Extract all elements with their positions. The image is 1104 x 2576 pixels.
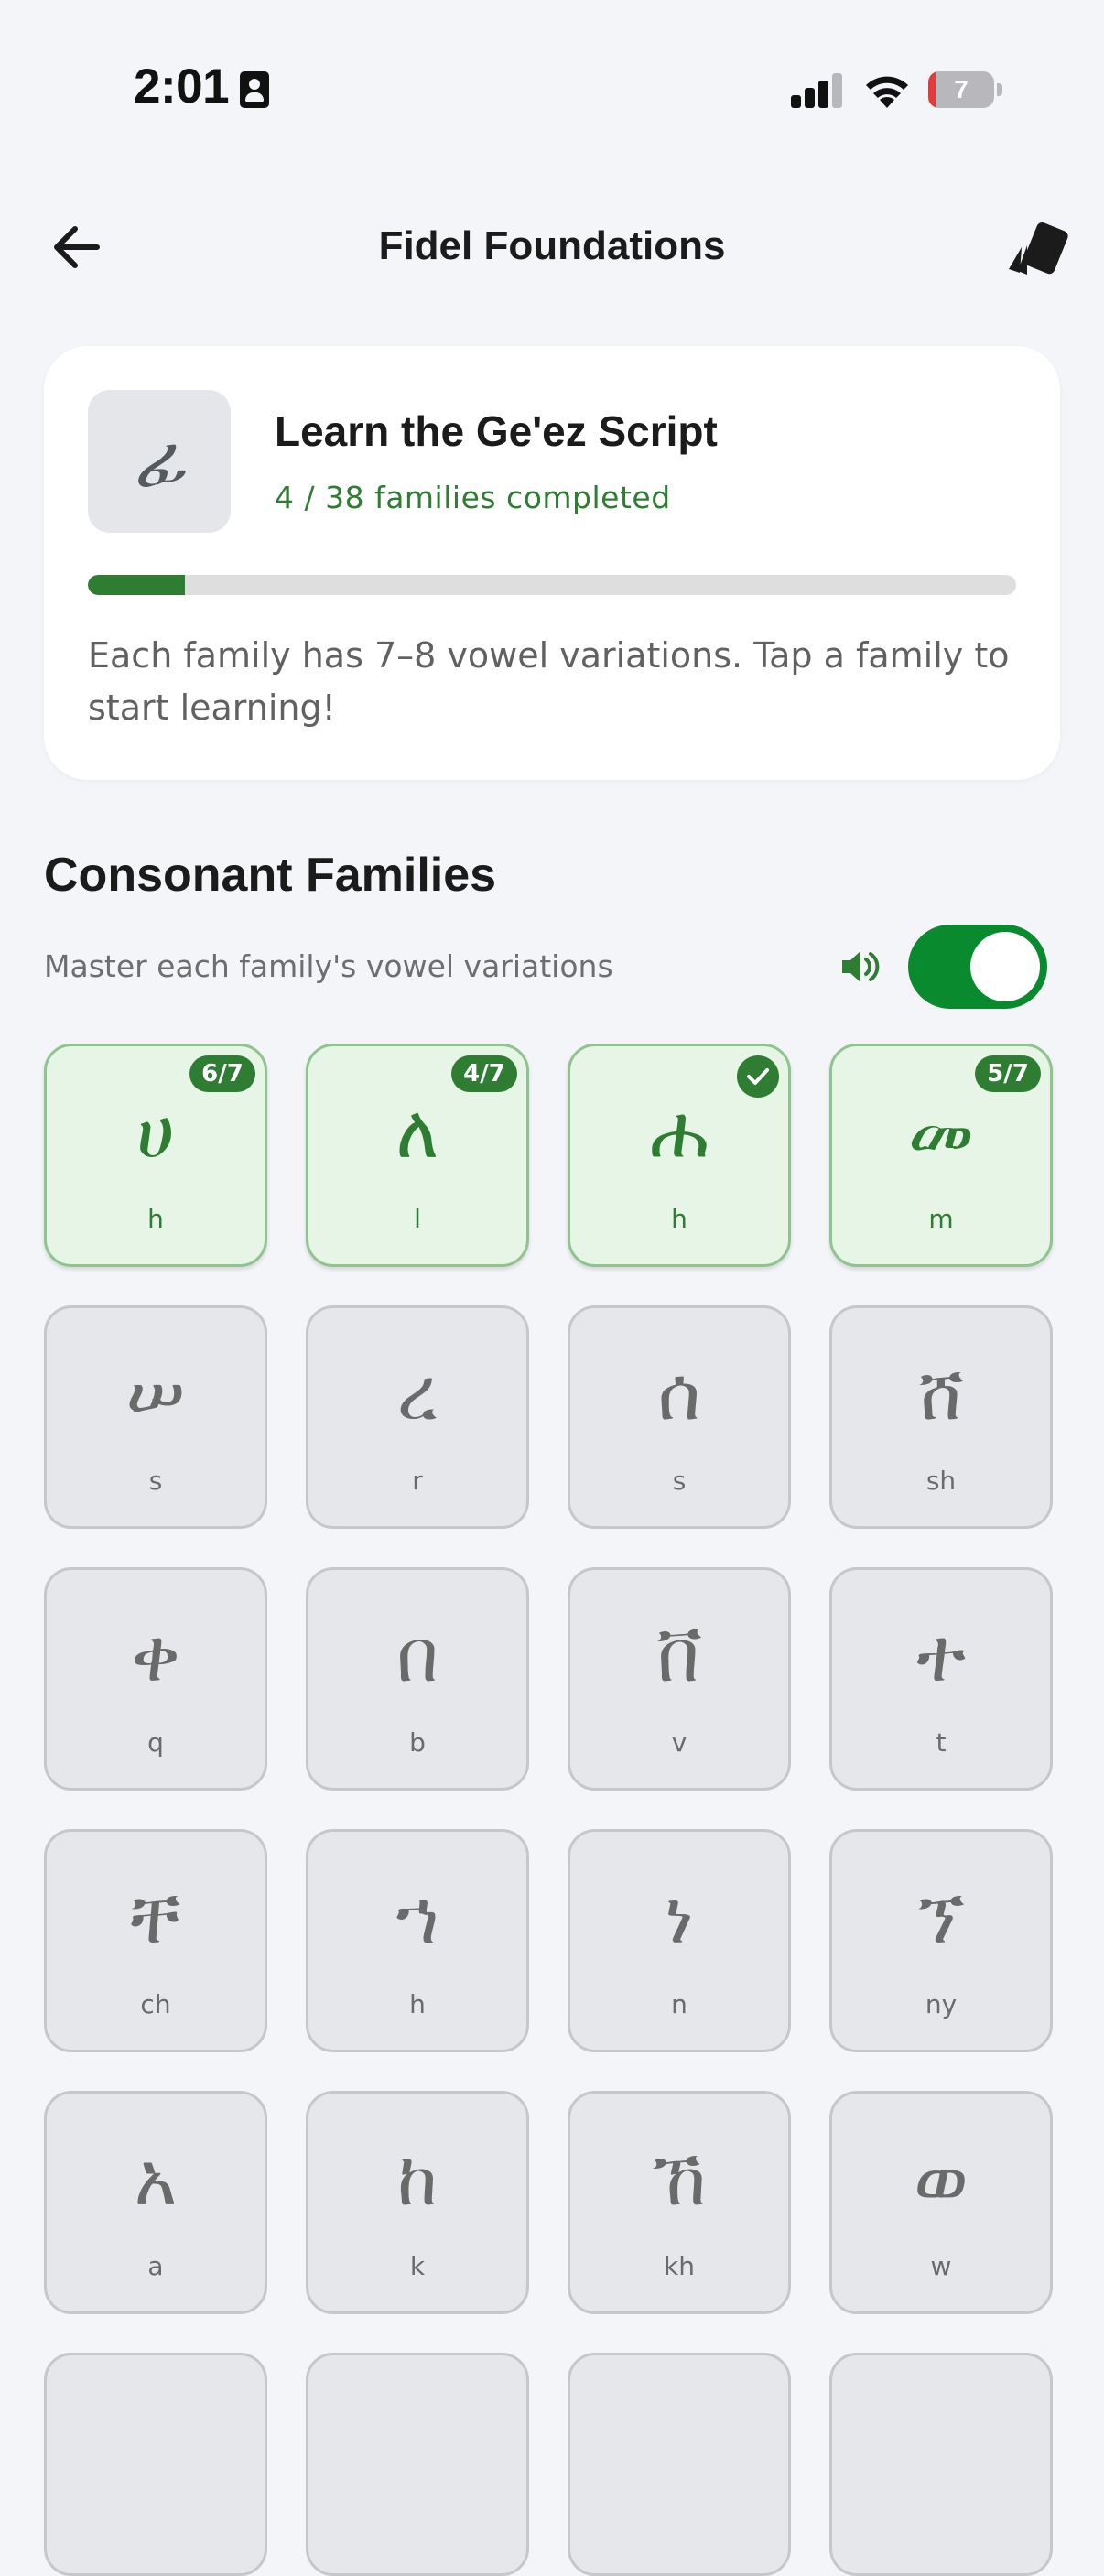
family-romanization: b [409,1727,426,1758]
family-glyph: አ [134,2137,178,2222]
family-tile[interactable] [829,2353,1053,2576]
section-title: Consonant Families [44,849,497,902]
family-tile[interactable]: ወw [829,2091,1053,2314]
section-subtitle: Master each family's vowel variations [44,948,613,984]
family-glyph: ሐ [649,1089,709,1174]
family-glyph: ቀ [131,1613,180,1698]
speaker-icon [842,951,880,982]
family-glyph: ተ [916,1613,966,1698]
script-icon: ፊ [88,390,231,533]
family-romanization: s [672,1466,687,1496]
family-tile[interactable] [568,2353,791,2576]
family-romanization: ch [140,1989,171,2019]
progress-card: ፊ Learn the Ge'ez Script 4 / 38 families… [44,346,1060,780]
family-tile[interactable]: ከk [306,2091,529,2314]
progress-bar [88,575,1016,595]
family-glyph: ኀ [395,1875,439,1960]
family-tile[interactable]: ኘ ny [829,1829,1053,2052]
family-glyph: ሰ [657,1351,701,1436]
family-glyph: ኘ [916,1875,966,1960]
family-tile[interactable]: ኸ kh [568,2091,791,2314]
family-tile[interactable] [44,2353,267,2576]
family-tile[interactable]: አa [44,2091,267,2314]
family-romanization: sh [925,1466,957,1496]
script-glyph: ፊ [133,420,186,502]
family-glyph: ሠ [125,1351,186,1436]
family-romanization: m [928,1204,954,1234]
family-romanization: h [671,1204,687,1234]
status-time: 2:01 [134,60,230,114]
family-tile[interactable]: ሸ sh [829,1305,1053,1529]
family-glyph: ከ [396,2137,438,2222]
progress-badge: 6/7 [189,1055,255,1092]
battery-icon: 7 [928,71,1003,108]
family-tile[interactable]: ቸ ch [44,1829,267,2052]
family-romanization: s [148,1466,163,1496]
family-glyph: ሸ [918,1351,964,1436]
family-tile[interactable]: ነn [568,1829,791,2052]
families-completed-text: 4 / 38 families completed [275,480,671,515]
family-romanization: a [147,2251,164,2281]
sound-toggle[interactable] [908,925,1047,1009]
family-tile[interactable]: በb [306,1567,529,1791]
checkmark-icon [737,1055,779,1098]
page-title: Fidel Foundations [378,223,726,268]
family-glyph: ረ [396,1351,438,1436]
toggle-knob [970,932,1040,1001]
family-romanization: kh [664,2251,695,2281]
family-romanization: q [147,1727,164,1758]
family-tile[interactable]: ሐh [568,1044,791,1267]
family-glyph: ለ [395,1089,439,1174]
family-tile[interactable]: ቀq [44,1567,267,1791]
card-title: Learn the Ge'ez Script [275,407,718,455]
family-tile[interactable]: ሀ h 6/7 [44,1044,267,1267]
cellular-signal-icon [791,73,844,108]
family-glyph: ቨ [656,1613,702,1698]
family-tile[interactable]: ረr [306,1305,529,1529]
family-romanization: k [409,2251,426,2281]
family-tile[interactable]: መ m 5/7 [829,1044,1053,1267]
wifi-icon [866,76,908,108]
family-glyph: ወ [914,2137,969,2222]
family-romanization: h [409,1989,426,2019]
family-romanization: r [412,1466,423,1496]
family-tile[interactable] [306,2353,529,2576]
family-glyph: ነ [665,1875,694,1960]
family-glyph: ቸ [130,1875,181,1960]
progress-badge: 4/7 [451,1055,517,1092]
family-romanization: n [671,1989,687,2019]
family-glyph: መ [907,1089,975,1174]
status-bar: 2:01 7 [0,0,1104,174]
family-glyph: በ [396,1613,438,1698]
family-romanization: l [414,1204,421,1234]
family-tile[interactable]: ኀh [306,1829,529,2052]
family-romanization: w [930,2251,952,2281]
family-tile[interactable]: ቨv [568,1567,791,1791]
family-tile[interactable]: ተt [829,1567,1053,1791]
progress-bar-fill [88,575,186,595]
family-romanization: h [147,1204,164,1234]
flashcards-icon [1009,222,1068,275]
progress-badge: 5/7 [975,1055,1041,1092]
family-tile[interactable]: ሰs [568,1305,791,1529]
family-romanization: t [936,1727,947,1758]
battery-level: 7 [954,75,969,103]
family-glyph: ኸ [652,2137,707,2222]
family-glyph: ሀ [136,1089,175,1174]
contact-card-icon [240,71,269,108]
flashcards-button[interactable] [1000,212,1073,286]
app-bar: Fidel Foundations [0,192,1104,302]
family-romanization: ny [925,1989,958,2019]
card-description: Each family has 7–8 vowel variations. Ta… [88,635,1010,728]
family-tile[interactable]: ሠs [44,1305,267,1529]
family-tile[interactable]: ለ l 4/7 [306,1044,529,1267]
family-romanization: v [671,1727,687,1758]
